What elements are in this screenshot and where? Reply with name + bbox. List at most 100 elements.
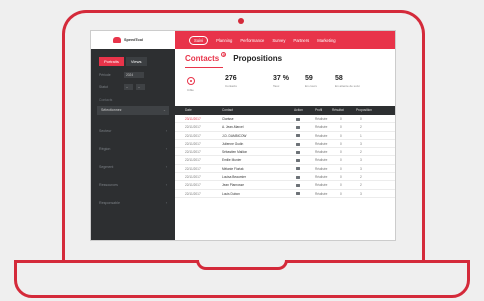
message-icon[interactable] [296, 125, 300, 129]
row-count: 0 [340, 191, 342, 196]
row-count: 0 [340, 141, 342, 146]
message-icon[interactable] [296, 142, 300, 146]
brand-logo[interactable]: SpeedTool [91, 31, 175, 49]
row-date: 22/11/2017 [185, 175, 201, 180]
chevron-right-icon: › [165, 183, 167, 187]
table-row[interactable]: 22/11/2017 Jean Planrosse Réalisée 0 2 [175, 181, 395, 190]
tab-contacts[interactable]: Contacts 8 [185, 52, 227, 63]
column-header[interactable]: Résultat [332, 106, 344, 115]
table-row[interactable]: 22/11/2017 Louis Dubon Réalisée 0 3 [175, 190, 395, 198]
brand-logo-icon [113, 37, 121, 43]
message-icon[interactable] [296, 117, 300, 121]
row-count: 0 [340, 117, 342, 121]
nav-item-survey[interactable]: Survey [272, 38, 285, 43]
stat-label: En cours [305, 84, 317, 88]
row-contact-name: Clarisse [222, 117, 234, 121]
row-proposition-count: 3 [360, 166, 362, 171]
row-date: 22/11/2017 [185, 158, 201, 163]
top-navigation-bar: SpeedTool Suivi Planning Performance Survey… [91, 31, 395, 49]
row-status: Réalisée [315, 166, 328, 171]
tab-contacts-badge: 8 [221, 52, 227, 57]
row-status: Réalisée [315, 183, 328, 188]
message-icon[interactable] [296, 175, 300, 179]
sidebar-group-0[interactable]: Secteur › [99, 129, 167, 133]
sidebar-group-label: Secteur [99, 129, 112, 133]
row-date: 22/11/2017 [185, 166, 201, 171]
table-row[interactable]: 22/11/2017 Julienne Gudin Réalisée 0 3 [175, 140, 395, 149]
sidebar-section-title: Contacts [99, 98, 113, 102]
message-icon[interactable] [296, 159, 300, 163]
row-count: 0 [340, 183, 342, 188]
row-date: 22/11/2017 [185, 183, 201, 188]
row-count: 0 [340, 166, 342, 171]
table-row[interactable]: 22/11/2017 Emilie Munier Réalisée 0 3 [175, 156, 395, 165]
row-contact-name: J.D. DAMBICOW [222, 133, 247, 138]
row-date: 22/11/2017 [185, 133, 201, 138]
filter-input[interactable]: -- [136, 84, 145, 90]
filter-input[interactable]: 2024 [124, 72, 144, 78]
row-count: 0 [340, 125, 342, 130]
filter-input[interactable]: -- [124, 84, 133, 90]
nav-item-marketing[interactable]: Marketing [317, 38, 335, 43]
table-row[interactable]: 22/11/2017 Sébastien Mailion Réalisée 0 2 [175, 148, 395, 157]
sidebar-group-1[interactable]: Région › [99, 147, 167, 151]
nav-item-suivi[interactable]: Suivi [189, 35, 209, 45]
message-icon[interactable] [296, 150, 300, 154]
column-header[interactable]: Action [294, 106, 303, 115]
row-status: Réalisée [315, 158, 328, 163]
nav-item-planning[interactable]: Planning [216, 38, 232, 43]
table-row[interactable]: 22/11/2017 A. Jean-Marcel Réalisée 0 2 [175, 123, 395, 132]
status-select[interactable]: Sélectionnez ⌄ [97, 106, 169, 115]
column-header[interactable]: Contact [222, 106, 233, 115]
row-contact-name: Louis Dubon [222, 191, 240, 196]
filter-row-1: Période 2024 [99, 72, 175, 78]
row-status: Réalisée [315, 125, 328, 130]
webcam-dot [238, 18, 244, 24]
nav-item-partners[interactable]: Partners [293, 38, 309, 43]
filter-label: Période [99, 73, 111, 77]
row-count: 0 [340, 158, 342, 163]
row-date: 23/11/2017 [185, 117, 201, 121]
column-header[interactable]: Date [185, 106, 192, 115]
contacts-table-body: 23/11/2017 Clarisse Réalisée 0 0 22/11/2017 A.… [175, 115, 395, 198]
row-proposition-count: 2 [360, 183, 362, 188]
chevron-right-icon: › [165, 147, 167, 151]
filter-row-2: Statut -- -- [99, 84, 175, 90]
column-header[interactable]: Profil [315, 106, 322, 115]
status-select-value: Sélectionnez [101, 108, 122, 112]
stat-card: 37 % Taux [273, 75, 289, 88]
chevron-right-icon: › [165, 165, 167, 169]
table-row[interactable]: 22/11/2017 Louisa Beaumier Réalisée 0 2 [175, 173, 395, 182]
stat-card: 276 Contacts [225, 75, 237, 88]
row-proposition-count: 3 [360, 191, 362, 196]
table-row[interactable]: 22/11/2017 Mélanie Floriak Réalisée 0 3 [175, 165, 395, 174]
tab-contacts-label: Contacts [185, 54, 220, 63]
stat-value: 58 [335, 75, 343, 82]
chevron-down-icon: ⌄ [162, 108, 166, 112]
nav-item-performance[interactable]: Performance [240, 38, 264, 43]
message-icon[interactable] [296, 167, 300, 171]
sidebar-group-3[interactable]: Ressources › [99, 183, 167, 187]
row-count: 0 [340, 133, 342, 138]
message-icon[interactable] [296, 184, 300, 188]
message-icon[interactable] [296, 192, 300, 196]
sidebar-tab-filters[interactable]: Portraits [99, 57, 124, 66]
stat-icon-label: Cible [187, 88, 194, 92]
row-date: 22/11/2017 [185, 125, 201, 130]
row-date: 22/11/2017 [185, 150, 201, 155]
message-icon[interactable] [296, 134, 300, 138]
row-contact-name: Mélanie Floriak [222, 166, 244, 171]
sidebar-group-2[interactable]: Segment › [99, 165, 167, 169]
table-row[interactable]: 22/11/2017 J.D. DAMBICOW Réalisée 0 1 [175, 132, 395, 140]
sidebar-tab-views[interactable]: Views [125, 57, 147, 66]
row-status: Réalisée [315, 117, 328, 121]
sidebar-groups: Secteur › Région › Segment › Ressources › Respon… [91, 129, 175, 205]
main-menu: Suivi Planning Performance Survey Partners Ma… [175, 35, 336, 45]
sidebar-group-label: Responsable [99, 201, 120, 205]
stat-label: En attente de suivi [335, 84, 360, 88]
row-date: 22/11/2017 [185, 141, 201, 146]
tab-propositions[interactable]: Propositions [233, 54, 282, 63]
column-header[interactable]: Proposition [356, 106, 372, 115]
sidebar-group-4[interactable]: Responsable › [99, 201, 167, 205]
table-row[interactable]: 23/11/2017 Clarisse Réalisée 0 0 [175, 115, 395, 124]
